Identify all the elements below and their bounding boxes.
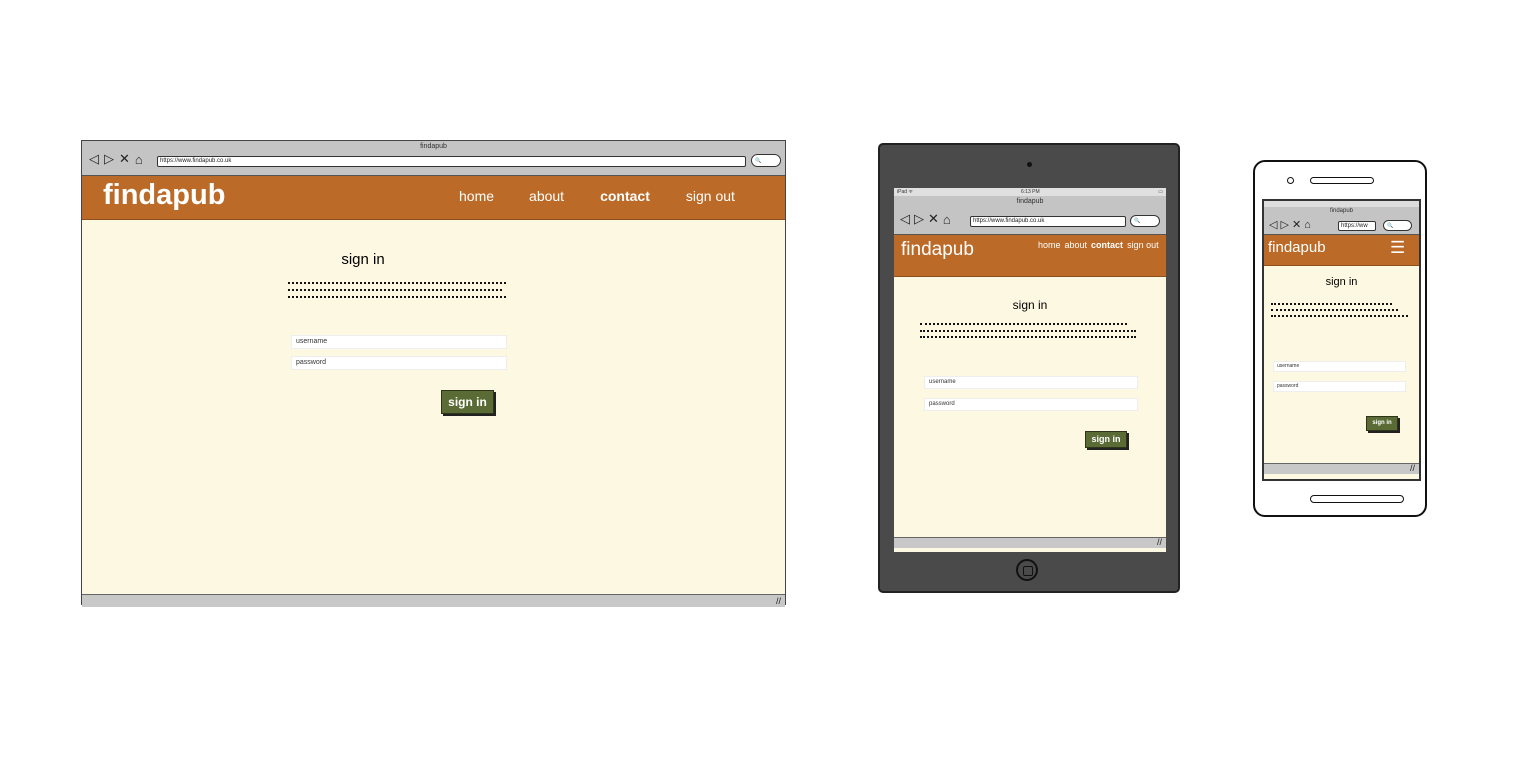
nav-link-home[interactable]: home — [459, 188, 494, 204]
tablet-camera-icon — [1027, 162, 1032, 167]
tablet-home-square — [1023, 566, 1033, 576]
desktop-status-bar: // — [82, 594, 785, 607]
back-icon[interactable]: ◁ — [1269, 218, 1277, 231]
back-icon[interactable]: ◁ — [89, 151, 99, 167]
tablet-brand-logo[interactable]: findapub — [901, 239, 974, 261]
phone-navbar: findapub ☰ — [1264, 235, 1419, 266]
back-icon[interactable]: ◁ — [900, 211, 910, 227]
phone-browser-status-bar: // — [1264, 463, 1419, 474]
home-icon[interactable]: ⌂ — [1304, 219, 1311, 231]
tablet-nav-icons: ◁ ▷ ✕ ⌂ — [900, 211, 951, 227]
search-icon: 🔍 — [755, 157, 762, 164]
resize-grip-icon[interactable]: // — [1410, 463, 1415, 473]
home-icon[interactable]: ⌂ — [943, 212, 951, 227]
nav-link-sign-out[interactable]: sign out — [686, 188, 735, 204]
phone-browser-chrome: findapub ◁ ▷ ✕ ⌂ https://ww 🔍 — [1264, 207, 1419, 235]
password-field[interactable]: password — [924, 398, 1138, 411]
phone-speaker — [1310, 177, 1374, 184]
phone-page-content: sign in username password sign in — [1264, 266, 1419, 463]
tablet-navbar: findapub home about contact sign out — [894, 235, 1166, 277]
stop-icon[interactable]: ✕ — [119, 151, 130, 167]
tablet-search-box[interactable]: 🔍 — [1130, 215, 1160, 227]
forward-icon[interactable]: ▷ — [914, 211, 924, 227]
desktop-navbar: findapub home about contact sign out — [82, 176, 785, 220]
desktop-browser-chrome: findapub ◁ ▷ ✕ ⌂ https://www.findapub.co… — [82, 141, 785, 176]
home-icon[interactable]: ⌂ — [135, 152, 143, 167]
nav-link-about[interactable]: about — [1065, 240, 1088, 250]
resize-grip-icon[interactable]: // — [1157, 537, 1162, 547]
desktop-nav-icons: ◁ ▷ ✕ ⌂ — [89, 151, 143, 167]
tablet-page-content: sign in username password sign in — [894, 277, 1166, 537]
stop-icon[interactable]: ✕ — [1292, 218, 1301, 231]
page-title: sign in — [341, 251, 385, 268]
forward-icon[interactable]: ▷ — [1280, 218, 1288, 231]
phone-brand-logo[interactable]: findapub — [1268, 239, 1326, 256]
nav-link-sign-out[interactable]: sign out — [1127, 240, 1159, 250]
password-field[interactable]: password — [291, 356, 507, 370]
page-title: sign in — [1325, 276, 1358, 288]
sign-in-button[interactable]: sign in — [441, 390, 494, 414]
phone-home-bar[interactable] — [1310, 495, 1404, 503]
nav-link-home[interactable]: home — [1038, 240, 1061, 250]
password-field[interactable]: password — [1273, 381, 1406, 392]
phone-nav-icons: ◁ ▷ ✕ ⌂ — [1269, 218, 1311, 232]
resize-grip-icon[interactable]: // — [776, 596, 781, 606]
stop-icon[interactable]: ✕ — [928, 211, 939, 227]
tablet-screen: iPad ᯤ 6:13 PM ▭ findapub ◁ ▷ ✕ ⌂ https:… — [894, 188, 1166, 552]
phone-search-box[interactable]: 🔍 — [1383, 220, 1412, 231]
sign-in-button[interactable]: sign in — [1366, 416, 1398, 431]
nav-link-contact[interactable]: contact — [600, 188, 650, 204]
tablet-address-bar[interactable]: https://www.findapub.co.uk — [970, 216, 1126, 227]
phone-address-bar[interactable]: https://ww — [1338, 221, 1376, 231]
forward-icon[interactable]: ▷ — [104, 151, 114, 167]
phone-device-frame: findapub ◁ ▷ ✕ ⌂ https://ww 🔍 findapub ☰… — [1253, 160, 1427, 517]
nav-link-about[interactable]: about — [529, 188, 564, 204]
desktop-brand-logo[interactable]: findapub — [103, 179, 225, 212]
sign-in-button[interactable]: sign in — [1085, 431, 1127, 448]
search-icon: 🔍 — [1134, 217, 1141, 224]
tablet-clock: 6:13 PM — [1021, 189, 1040, 195]
username-field[interactable]: username — [924, 376, 1138, 389]
placeholder-text-block — [1271, 303, 1408, 319]
desktop-page-content: sign in username password sign in — [82, 220, 785, 594]
username-field[interactable]: username — [291, 335, 507, 349]
battery-icon: ▭ — [1158, 189, 1163, 195]
tablet-browser-chrome: findapub ◁ ▷ ✕ ⌂ https://www.findapub.co… — [894, 196, 1166, 235]
placeholder-text-block — [288, 282, 506, 300]
tablet-nav-links: home about contact sign out — [1038, 240, 1159, 250]
page-title: sign in — [1012, 298, 1048, 312]
username-field[interactable]: username — [1273, 361, 1406, 372]
tablet-window-title: findapub — [1016, 198, 1044, 205]
tablet-status-bar: iPad ᯤ 6:13 PM ▭ — [894, 188, 1166, 196]
desktop-address-bar[interactable]: https://www.findapub.co.uk — [157, 156, 746, 167]
tablet-browser-status-bar: // — [894, 537, 1166, 548]
tablet-device-frame: iPad ᯤ 6:13 PM ▭ findapub ◁ ▷ ✕ ⌂ https:… — [878, 143, 1180, 593]
desktop-window-title: findapub — [420, 143, 447, 150]
phone-screen: findapub ◁ ▷ ✕ ⌂ https://ww 🔍 findapub ☰… — [1262, 199, 1421, 481]
search-icon: 🔍 — [1387, 222, 1394, 229]
phone-camera-icon — [1287, 177, 1294, 184]
desktop-search-box[interactable]: 🔍 — [751, 154, 781, 167]
placeholder-text-block — [920, 323, 1136, 340]
desktop-browser-window: findapub ◁ ▷ ✕ ⌂ https://www.findapub.co… — [81, 140, 786, 607]
nav-link-contact[interactable]: contact — [1091, 240, 1123, 250]
hamburger-menu-icon[interactable]: ☰ — [1390, 238, 1405, 258]
phone-window-title: findapub — [1329, 208, 1354, 214]
tablet-carrier: iPad ᯤ — [897, 189, 913, 195]
desktop-nav-links: home about contact sign out — [459, 188, 735, 204]
tablet-home-button-icon[interactable] — [1016, 559, 1038, 581]
